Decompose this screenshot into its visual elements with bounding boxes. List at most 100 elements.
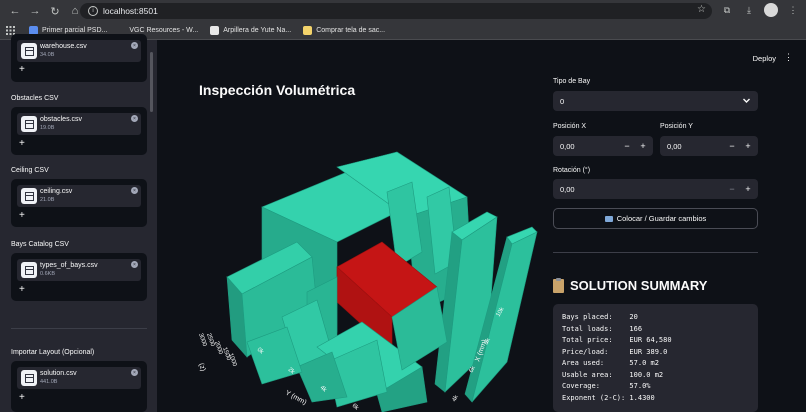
remove-file-icon[interactable]: ×	[131, 261, 138, 268]
bookmark-item[interactable]: VGC Resources - W...	[129, 27, 198, 34]
position-y-decrement-button[interactable]: −	[724, 136, 740, 156]
file-uploader-ceiling: ceiling.csv 21.0B × +	[11, 179, 147, 227]
file-size: 34.0B	[40, 52, 55, 58]
remove-file-icon[interactable]: ×	[131, 115, 138, 122]
bookmark-favicon-icon	[210, 26, 220, 35]
main-content: Deploy ⋮ Inspección Volumétrica 10k 8k 6…	[157, 40, 806, 412]
back-icon[interactable]: ←	[6, 2, 24, 20]
file-icon	[21, 262, 37, 278]
app-menu-icon[interactable]: ⋮	[784, 52, 793, 63]
file-name: types_of_bays.csv	[40, 262, 98, 269]
uploader-label: Obstacles CSV	[11, 95, 59, 102]
file-uploader-obstacles: obstacles.csv 19.0B × +	[11, 107, 147, 155]
file-icon	[21, 370, 37, 386]
add-file-button[interactable]: +	[19, 64, 25, 75]
file-icon	[21, 188, 37, 204]
deploy-button[interactable]: Deploy	[753, 54, 776, 63]
position-y-value: 0,00	[667, 141, 682, 151]
z-axis-label: (z)	[197, 362, 206, 372]
y-axis-label: Y (mm)	[284, 390, 307, 407]
file-size: 441.0B	[40, 379, 58, 385]
chrome-menu-icon[interactable]: ⋮	[786, 3, 800, 17]
add-file-button[interactable]: +	[19, 138, 25, 149]
bay-type-select[interactable]: 0	[553, 91, 758, 111]
reload-icon[interactable]: ↻	[46, 2, 64, 20]
file-size: 21.0B	[40, 197, 55, 203]
summary-heading: SOLUTION SUMMARY	[553, 277, 708, 293]
file-name: ceiling.csv	[40, 188, 73, 195]
file-uploader-warehouse: warehouse.csv 34.0B × +	[11, 34, 147, 82]
rotation-decrement-button[interactable]: −	[724, 179, 740, 199]
uploader-label: Ceiling CSV	[11, 167, 49, 174]
extensions-icon[interactable]: ⧉	[720, 3, 734, 17]
rotation-increment-button[interactable]: +	[740, 179, 756, 199]
position-x-input[interactable]: 0,00 − +	[553, 136, 653, 156]
bay-type-label: Tipo de Bay	[553, 78, 591, 85]
y-tick-label: 6k	[351, 403, 360, 412]
remove-file-icon[interactable]: ×	[131, 369, 138, 376]
add-file-button[interactable]: +	[19, 284, 25, 295]
summary-line: Exponent (2-C): 1.4300	[562, 393, 655, 402]
x-tick-label: 4k	[452, 394, 461, 403]
save-placement-label: Colocar / Guardar cambios	[616, 214, 707, 223]
file-uploader-bays: types_of_bays.csv 0.6KB × +	[11, 253, 147, 301]
uploaded-file: solution.csv 441.0B ×	[17, 367, 141, 389]
bay-type-value: 0	[560, 96, 565, 106]
file-icon	[21, 116, 37, 132]
remove-file-icon[interactable]: ×	[131, 42, 138, 49]
add-file-button[interactable]: +	[19, 210, 25, 221]
position-y-input[interactable]: 0,00 − +	[660, 136, 758, 156]
bookmark-favicon-icon	[303, 26, 313, 35]
uploader-label: Bays Catalog CSV	[11, 241, 69, 248]
sidebar-scrollbar[interactable]	[150, 52, 153, 112]
browser-toolbar: ← → ↻ ⌂ i localhost:8501 ☆ ⧉ ⤓ ⋮	[0, 0, 806, 22]
site-info-icon[interactable]: i	[88, 6, 98, 16]
bookmark-star-icon[interactable]: ☆	[697, 4, 706, 15]
file-uploader-layout: solution.csv 441.0B × +	[11, 361, 147, 412]
sidebar-divider	[11, 328, 147, 329]
remove-file-icon[interactable]: ×	[131, 187, 138, 194]
position-x-increment-button[interactable]: +	[635, 136, 651, 156]
forward-icon[interactable]: →	[26, 2, 44, 20]
summary-line: Total price: EUR 64,580	[562, 336, 672, 344]
summary-line: Area used: 57.0 m2	[562, 359, 659, 367]
bookmark-item[interactable]: Arpillera de Yute Na...	[210, 26, 291, 35]
summary-line: Coverage: 57.0%	[562, 382, 651, 390]
add-file-button[interactable]: +	[19, 392, 25, 403]
file-name: warehouse.csv	[40, 43, 87, 50]
clipboard-icon	[553, 277, 564, 293]
file-size: 0.6KB	[40, 271, 55, 277]
rotation-value: 0,00	[560, 184, 575, 194]
file-name: obstacles.csv	[40, 116, 83, 123]
section-divider	[553, 252, 758, 253]
position-x-decrement-button[interactable]: −	[619, 136, 635, 156]
file-size: 19.0B	[40, 125, 55, 131]
z-tick-label: 1000	[227, 353, 237, 368]
volumetric-3d-plot[interactable]: 10k 8k 6k 4k X (mm) 0k 2k 4k 6k Y (mm) 3…	[187, 102, 547, 412]
summary-title-text: SOLUTION SUMMARY	[570, 278, 708, 293]
save-placement-button[interactable]: Colocar / Guardar cambios	[553, 208, 758, 229]
uploaded-file: obstacles.csv 19.0B ×	[17, 113, 141, 135]
rotation-label: Rotación (°)	[553, 167, 591, 174]
summary-line: Bays placed: 20	[562, 313, 638, 321]
download-icon[interactable]: ⤓	[742, 3, 756, 17]
position-y-increment-button[interactable]: +	[740, 136, 756, 156]
file-name: solution.csv	[40, 370, 77, 377]
plot-shapes	[226, 151, 538, 412]
chevron-down-icon	[743, 98, 750, 103]
profile-avatar[interactable]	[764, 3, 778, 17]
url-text: localhost:8501	[103, 6, 158, 16]
page-title: Inspección Volumétrica	[199, 82, 356, 98]
position-x-label: Posición X	[553, 123, 587, 130]
uploaded-file: warehouse.csv 34.0B ×	[17, 40, 141, 62]
address-bar[interactable]: i localhost:8501 ☆	[80, 3, 712, 19]
position-y-label: Posición Y	[660, 123, 693, 130]
bookmark-item[interactable]: Comprar tela de sac...	[303, 26, 385, 35]
z-tick-label: 2500	[205, 333, 215, 348]
uploader-label: Importar Layout (Opcional)	[11, 349, 95, 356]
summary-line: Price/load: EUR 389.0	[562, 347, 668, 356]
summary-line: Usable area: 100.0 m2	[562, 370, 664, 379]
summary-code-block: Bays placed: 20 Total loads: 166 Total p…	[553, 304, 758, 412]
rotation-input[interactable]: 0,00 − +	[553, 179, 758, 199]
sidebar: warehouse.csv 34.0B × + Obstacles CSV ob…	[0, 34, 157, 412]
